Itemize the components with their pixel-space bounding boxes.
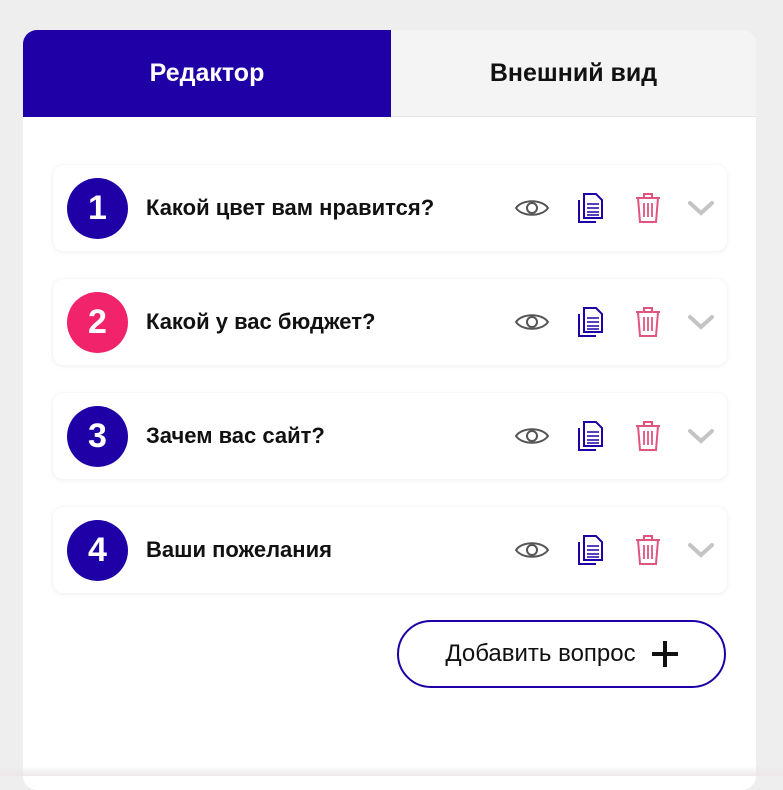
question-number-badge: 2 [67, 292, 128, 353]
add-question-label: Добавить вопрос [445, 640, 636, 667]
copy-icon[interactable] [572, 532, 608, 568]
question-card[interactable]: 2 Какой у вас бюджет? [53, 279, 727, 365]
trash-icon[interactable] [630, 304, 666, 340]
quiz-editor-panel: Редактор Внешний вид 1 Какой цвет вам нр… [23, 30, 756, 790]
add-question-button[interactable]: Добавить вопрос [397, 620, 726, 688]
eye-icon[interactable] [514, 190, 550, 226]
trash-icon[interactable] [630, 532, 666, 568]
trash-icon[interactable] [630, 190, 666, 226]
chevron-down-icon[interactable] [683, 190, 719, 226]
trash-icon[interactable] [630, 418, 666, 454]
question-text: Зачем вас сайт? [146, 423, 325, 448]
tab-bar: Редактор Внешний вид [23, 30, 756, 117]
question-text: Ваши пожелания [146, 537, 332, 562]
question-card[interactable]: 4 Ваши пожелания [53, 507, 727, 593]
eye-icon[interactable] [514, 532, 550, 568]
question-text: Какой цвет вам нравится? [146, 195, 435, 220]
copy-icon[interactable] [572, 418, 608, 454]
bottom-shadow [0, 766, 783, 776]
chevron-down-icon[interactable] [683, 304, 719, 340]
chevron-down-icon[interactable] [683, 532, 719, 568]
question-text: Какой у вас бюджет? [146, 309, 376, 334]
tab-appearance[interactable]: Внешний вид [391, 30, 756, 117]
question-number-badge: 1 [67, 178, 128, 239]
copy-icon[interactable] [572, 304, 608, 340]
question-card[interactable]: 3 Зачем вас сайт? [53, 393, 727, 479]
question-number-badge: 4 [67, 520, 128, 581]
copy-icon[interactable] [572, 190, 608, 226]
eye-icon[interactable] [514, 304, 550, 340]
eye-icon[interactable] [514, 418, 550, 454]
question-card[interactable]: 1 Какой цвет вам нравится? [53, 165, 727, 251]
plus-icon [651, 641, 678, 667]
question-number-badge: 3 [67, 406, 128, 467]
chevron-down-icon[interactable] [683, 418, 719, 454]
tab-editor[interactable]: Редактор [23, 30, 391, 117]
